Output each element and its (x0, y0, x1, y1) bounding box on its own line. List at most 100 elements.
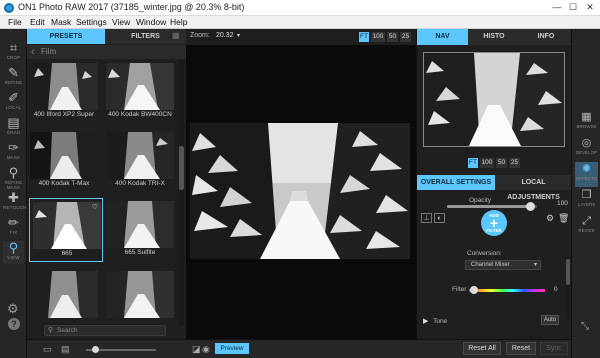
opacity-slider-thumb[interactable] (525, 202, 535, 211)
zoom-value[interactable]: 20.32 (216, 32, 234, 39)
single-view-icon[interactable]: ▭ (43, 344, 52, 355)
search-input[interactable] (57, 326, 162, 335)
opacity-value[interactable]: 100 (557, 200, 568, 207)
nav-zoom-100-button[interactable]: 100 (480, 158, 494, 168)
module-develop[interactable]: ◎ DEVELOP (575, 136, 598, 161)
tool-refine-mask[interactable]: ⚲ REFINE MASK (3, 166, 24, 191)
conversion-select[interactable]: Channel Mixer ▾ (465, 260, 541, 270)
filter-color-slider[interactable] (469, 286, 545, 294)
settings-scrollbar[interactable] (566, 259, 570, 319)
module-browse[interactable]: ▦ BROWSE (575, 110, 598, 135)
bottom-bar: ▭ ▤ ◪ ◉ Preview Reset All Reset Sync (27, 339, 571, 358)
tab-presets[interactable]: PRESETS (27, 29, 105, 44)
expand-triangle-icon: ▶ (423, 318, 429, 325)
preset-search[interactable]: ⚲ (44, 325, 166, 336)
menu-mask[interactable]: Mask (51, 17, 71, 27)
module-layers[interactable]: ❒ LAYERS (575, 188, 598, 213)
preset-thumb[interactable]: 400 Kodak TRI-X (103, 129, 177, 193)
preset-name: 665 Sulfite (124, 249, 156, 256)
sync-button[interactable]: Sync (540, 342, 568, 355)
filter-settings-gear-icon[interactable]: ⚙ (546, 213, 554, 224)
tool-gradient[interactable]: ▤ GRAD (3, 116, 24, 139)
overlay-toggle-icon[interactable]: ◉ (202, 344, 210, 355)
nav-zoom-25-button[interactable]: 25 (509, 158, 520, 168)
opacity-slider[interactable] (447, 202, 537, 211)
grid-view-icon[interactable]: ▦ (172, 32, 180, 40)
back-chevron-icon[interactable]: ‹ (31, 45, 35, 59)
mask-icon[interactable]: ⊥ (421, 213, 432, 223)
tool-crop[interactable]: ⌗ CROP (3, 41, 24, 64)
preset-preview (106, 271, 174, 318)
preset-thumb[interactable] (103, 268, 177, 326)
add-filter-button[interactable]: ADD + FILTER (481, 210, 507, 236)
app-window: ON1 Photo RAW 2017 (37185_winter.jpg @ 2… (0, 0, 600, 358)
favorite-heart-icon[interactable]: ♡ (92, 203, 98, 211)
preset-preview (30, 63, 98, 110)
tab-overall-settings[interactable]: OVERALL SETTINGS (417, 175, 495, 190)
browse-icon: ▦ (581, 111, 592, 123)
gear-icon[interactable]: ⚙ (7, 301, 19, 317)
menu-window[interactable]: Window (136, 17, 166, 27)
tool-label: REFINE (4, 80, 23, 85)
thumbnail-size-slider[interactable] (86, 346, 156, 353)
zoom-fit-button[interactable]: FT (359, 32, 369, 42)
tool-perfect-eraser[interactable]: ✏ FIX (3, 216, 24, 239)
tool-label: LOCAL (5, 105, 22, 110)
slider-thumb[interactable] (92, 346, 99, 353)
menu-settings[interactable]: Settings (76, 17, 107, 27)
module-strip: ▦ BROWSE ◎ DEVELOP ✺ EFFECTS ❒ LAYERS ⤢ … (571, 29, 600, 358)
preset-thumb[interactable]: 400 Kodak BW400CN (103, 60, 177, 124)
tool-refine-brush[interactable]: ✎ REFINE (3, 66, 24, 89)
tab-local-adjustments[interactable]: LOCAL ADJUSTMENTS (495, 175, 572, 201)
navigator-preview[interactable] (423, 52, 565, 147)
tone-section-header[interactable]: ▶ Tone (423, 317, 447, 325)
module-effects[interactable]: ✺ EFFECTS (575, 162, 598, 187)
preset-thumb[interactable]: 665 Sulfite (103, 198, 177, 262)
nav-zoom-fit-button[interactable]: FT (468, 158, 478, 168)
zoom-25-button[interactable]: 25 (400, 32, 411, 42)
reset-button[interactable]: Reset (506, 342, 536, 355)
scrollbar-thumb[interactable] (179, 146, 184, 190)
mask-view-icon[interactable]: ◪ (192, 344, 201, 355)
menu-view[interactable]: View (112, 17, 130, 27)
filter-color-slider-thumb[interactable] (470, 286, 479, 294)
reset-all-button[interactable]: Reset All (463, 342, 501, 355)
scrollbar-thumb[interactable] (566, 259, 570, 285)
minimize-button[interactable]: — (551, 2, 563, 13)
presets-scrollbar[interactable] (179, 60, 184, 326)
tool-view[interactable]: ⚲ VIEW (3, 241, 24, 264)
menu-help[interactable]: Help (170, 17, 187, 27)
close-button[interactable]: ✕ (584, 2, 596, 13)
tool-retouch[interactable]: ✚ RETOUCH (3, 191, 26, 214)
panel-toggle-icon[interactable]: ⤡ (581, 321, 589, 332)
tab-info[interactable]: INFO (520, 29, 572, 45)
maximize-button[interactable]: ☐ (567, 2, 579, 13)
blend-icon[interactable]: ◐ (434, 213, 445, 223)
trash-icon[interactable]: 🗑 (558, 213, 569, 224)
help-icon[interactable]: ? (8, 318, 20, 330)
window-title: ON1 Photo RAW 2017 (37185_winter.jpg @ 2… (18, 2, 245, 12)
tool-adjustment-brush[interactable]: ✐ LOCAL (3, 91, 24, 114)
preview-button[interactable]: Preview (215, 343, 249, 354)
nav-zoom-50-button[interactable]: 50 (496, 158, 507, 168)
filter-color-value[interactable]: 0 (554, 286, 558, 293)
main-photo[interactable] (190, 123, 410, 259)
opacity-label: Opacity (469, 197, 492, 204)
tab-histo[interactable]: HISTO (468, 29, 520, 45)
tool-masking-brush[interactable]: ✑ MASK (3, 141, 24, 164)
preset-thumb-selected[interactable]: ♡ 665 (29, 198, 103, 262)
zoom-50-button[interactable]: 50 (387, 32, 398, 42)
module-resize[interactable]: ⤢ RESIZE (575, 214, 598, 239)
menu-file[interactable]: File (8, 17, 22, 27)
tab-nav[interactable]: NAV (417, 29, 468, 45)
tone-auto-button[interactable]: Auto (541, 315, 559, 325)
preset-thumb[interactable] (27, 268, 101, 326)
zoom-dropdown-icon[interactable]: ▾ (237, 32, 240, 39)
compare-view-icon[interactable]: ▤ (61, 344, 70, 355)
preset-thumb[interactable]: 400 Kodak T-Max (27, 129, 101, 193)
breadcrumb-label: Film (41, 47, 57, 56)
zoom-100-button[interactable]: 100 (371, 32, 385, 42)
menu-edit[interactable]: Edit (30, 17, 45, 27)
preset-thumb[interactable]: 400 Ilford XP2 Super (27, 60, 101, 124)
preset-preview (30, 271, 98, 318)
